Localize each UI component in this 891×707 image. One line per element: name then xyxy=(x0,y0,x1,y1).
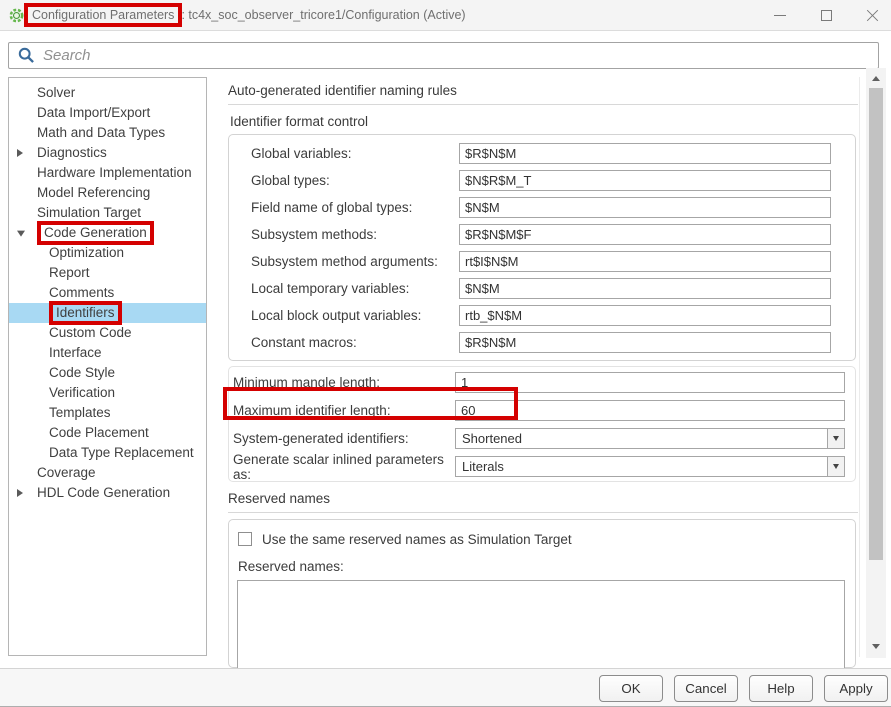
sidebar-item-solver[interactable]: Solver xyxy=(9,83,206,103)
dialog-footer: OK Cancel Help Apply xyxy=(0,668,891,707)
apply-button[interactable]: Apply xyxy=(824,675,888,702)
subsystem-method-arguments-input[interactable] xyxy=(459,251,831,272)
dropdown-arrow-button[interactable] xyxy=(827,457,844,476)
ok-button[interactable]: OK xyxy=(599,675,663,702)
sidebar-item-diagnostics[interactable]: Diagnostics xyxy=(9,143,206,163)
sidebar-item-hdl-code-generation[interactable]: HDL Code Generation xyxy=(9,483,206,503)
annotation-title-box: Configuration Parameters xyxy=(24,3,182,27)
field-row-constant-macros: Constant macros: xyxy=(251,332,831,353)
cancel-button[interactable]: Cancel xyxy=(674,675,738,702)
scroll-down-button[interactable] xyxy=(866,636,886,656)
sidebar-item-report[interactable]: Report xyxy=(9,263,206,283)
param-row-maximum-identifier-length: Maximum identifier length: xyxy=(233,400,845,421)
field-name-of-global-types-input[interactable] xyxy=(459,197,831,218)
triangle-up-icon xyxy=(872,76,880,81)
search-input[interactable] xyxy=(43,44,878,67)
system-generated-identifiers-dropdown[interactable]: Shortened xyxy=(455,428,845,449)
local-temporary-variables-input[interactable] xyxy=(459,278,831,299)
minimum-mangle-length-input[interactable] xyxy=(455,372,845,393)
generate-scalar-inlined-parameters-dropdown[interactable]: Literals xyxy=(455,456,845,477)
window-title-rest: : tc4x_soc_observer_tricore1/Configurati… xyxy=(181,8,465,22)
window-title: Configuration Parameters : tc4x_soc_obser… xyxy=(32,8,466,22)
field-row-local-temporary-variables: Local temporary variables: xyxy=(251,278,831,299)
sidebar-item-identifiers[interactable]: Identifiers xyxy=(9,303,206,323)
title-bar: Configuration Parameters : tc4x_soc_obser… xyxy=(0,0,891,31)
panel-edge-divider xyxy=(859,77,860,657)
main-panel: Auto-generated identifier naming rules I… xyxy=(228,77,858,659)
search-bar xyxy=(8,42,879,69)
param-row-generate-scalar-inlined-parameters: Generate scalar inlined parameters as: L… xyxy=(233,456,845,477)
param-row-system-generated-identifiers: System-generated identifiers: Shortened xyxy=(233,428,845,449)
configuration-gear-icon xyxy=(8,7,25,24)
search-icon xyxy=(18,47,35,64)
sidebar-item-interface[interactable]: Interface xyxy=(9,343,206,363)
reserved-names-group: Use the same reserved names as Simulatio… xyxy=(228,519,856,668)
global-types-input[interactable] xyxy=(459,170,831,191)
global-variables-input[interactable] xyxy=(459,143,831,164)
chevron-down-icon[interactable] xyxy=(17,231,25,237)
minimize-icon xyxy=(774,15,786,16)
sidebar-item-custom-code[interactable]: Custom Code xyxy=(9,323,206,343)
minimize-button[interactable] xyxy=(765,2,795,28)
field-row-field-name-of-global-types: Field name of global types: xyxy=(251,197,831,218)
maximize-icon xyxy=(821,10,832,21)
close-icon xyxy=(866,9,879,22)
close-button[interactable] xyxy=(857,2,887,28)
maximum-identifier-length-input[interactable] xyxy=(455,400,845,421)
sidebar-item-verification[interactable]: Verification xyxy=(9,383,206,403)
sidebar-item-hardware-implementation[interactable]: Hardware Implementation xyxy=(9,163,206,183)
subsystem-methods-input[interactable] xyxy=(459,224,831,245)
sidebar-item-simulation-target[interactable]: Simulation Target xyxy=(9,203,206,223)
reserved-names-textarea[interactable] xyxy=(237,580,845,670)
sidebar-item-optimization[interactable]: Optimization xyxy=(9,243,206,263)
field-row-local-block-output-variables: Local block output variables: xyxy=(251,305,831,326)
field-row-global-types: Global types: xyxy=(251,170,831,191)
scrollbar-thumb[interactable] xyxy=(869,88,883,560)
dropdown-arrow-button[interactable] xyxy=(827,429,844,448)
chevron-right-icon[interactable] xyxy=(17,149,23,157)
section-title-reserved-names: Reserved names xyxy=(228,491,858,513)
help-button[interactable]: Help xyxy=(749,675,813,702)
vertical-scrollbar[interactable] xyxy=(866,68,886,658)
annotation-code-generation-box: Code Generation xyxy=(37,221,154,245)
triangle-down-icon xyxy=(872,644,880,649)
chevron-down-icon xyxy=(833,464,839,469)
sidebar-item-code-generation[interactable]: Code Generation xyxy=(9,223,206,243)
sidebar-item-data-type-replacement[interactable]: Data Type Replacement xyxy=(9,443,206,463)
sidebar-item-math-and-data-types[interactable]: Math and Data Types xyxy=(9,123,206,143)
sidebar-item-data-import-export[interactable]: Data Import/Export xyxy=(9,103,206,123)
window-title-highlight: Configuration Parameters xyxy=(32,8,174,22)
chevron-down-icon xyxy=(833,436,839,441)
section-title-naming-rules: Auto-generated identifier naming rules xyxy=(228,83,858,105)
param-row-minimum-mangle-length: Minimum mangle length: xyxy=(233,372,845,393)
constant-macros-input[interactable] xyxy=(459,332,831,353)
group-title-identifier-format-control: Identifier format control xyxy=(230,114,858,129)
scroll-up-button[interactable] xyxy=(866,68,886,88)
reserved-names-checkbox-row: Use the same reserved names as Simulatio… xyxy=(237,531,855,547)
sidebar-item-templates[interactable]: Templates xyxy=(9,403,206,423)
identifier-format-control-group: Global variables: Global types: Field na… xyxy=(228,134,856,361)
sidebar-item-code-style[interactable]: Code Style xyxy=(9,363,206,383)
sidebar-item-comments[interactable]: Comments xyxy=(9,283,206,303)
sidebar-item-code-placement[interactable]: Code Placement xyxy=(9,423,206,443)
field-row-global-variables: Global variables: xyxy=(251,143,831,164)
sidebar-item-coverage[interactable]: Coverage xyxy=(9,463,206,483)
reserved-names-label: Reserved names: xyxy=(238,559,855,574)
maximize-button[interactable] xyxy=(811,2,841,28)
use-same-reserved-names-checkbox[interactable] xyxy=(238,532,252,546)
window-controls xyxy=(765,2,887,28)
field-row-subsystem-method-arguments: Subsystem method arguments: xyxy=(251,251,831,272)
field-row-subsystem-methods: Subsystem methods: xyxy=(251,224,831,245)
identifier-length-panel: Minimum mangle length: Maximum identifie… xyxy=(228,366,856,482)
configuration-parameters-dialog: { "window": { "title_highlight": "Config… xyxy=(0,0,891,707)
category-tree: Solver Data Import/Export Math and Data … xyxy=(8,77,207,656)
chevron-right-icon[interactable] xyxy=(17,489,23,497)
local-block-output-variables-input[interactable] xyxy=(459,305,831,326)
sidebar-item-model-referencing[interactable]: Model Referencing xyxy=(9,183,206,203)
annotation-identifiers-box: Identifiers xyxy=(49,301,122,325)
